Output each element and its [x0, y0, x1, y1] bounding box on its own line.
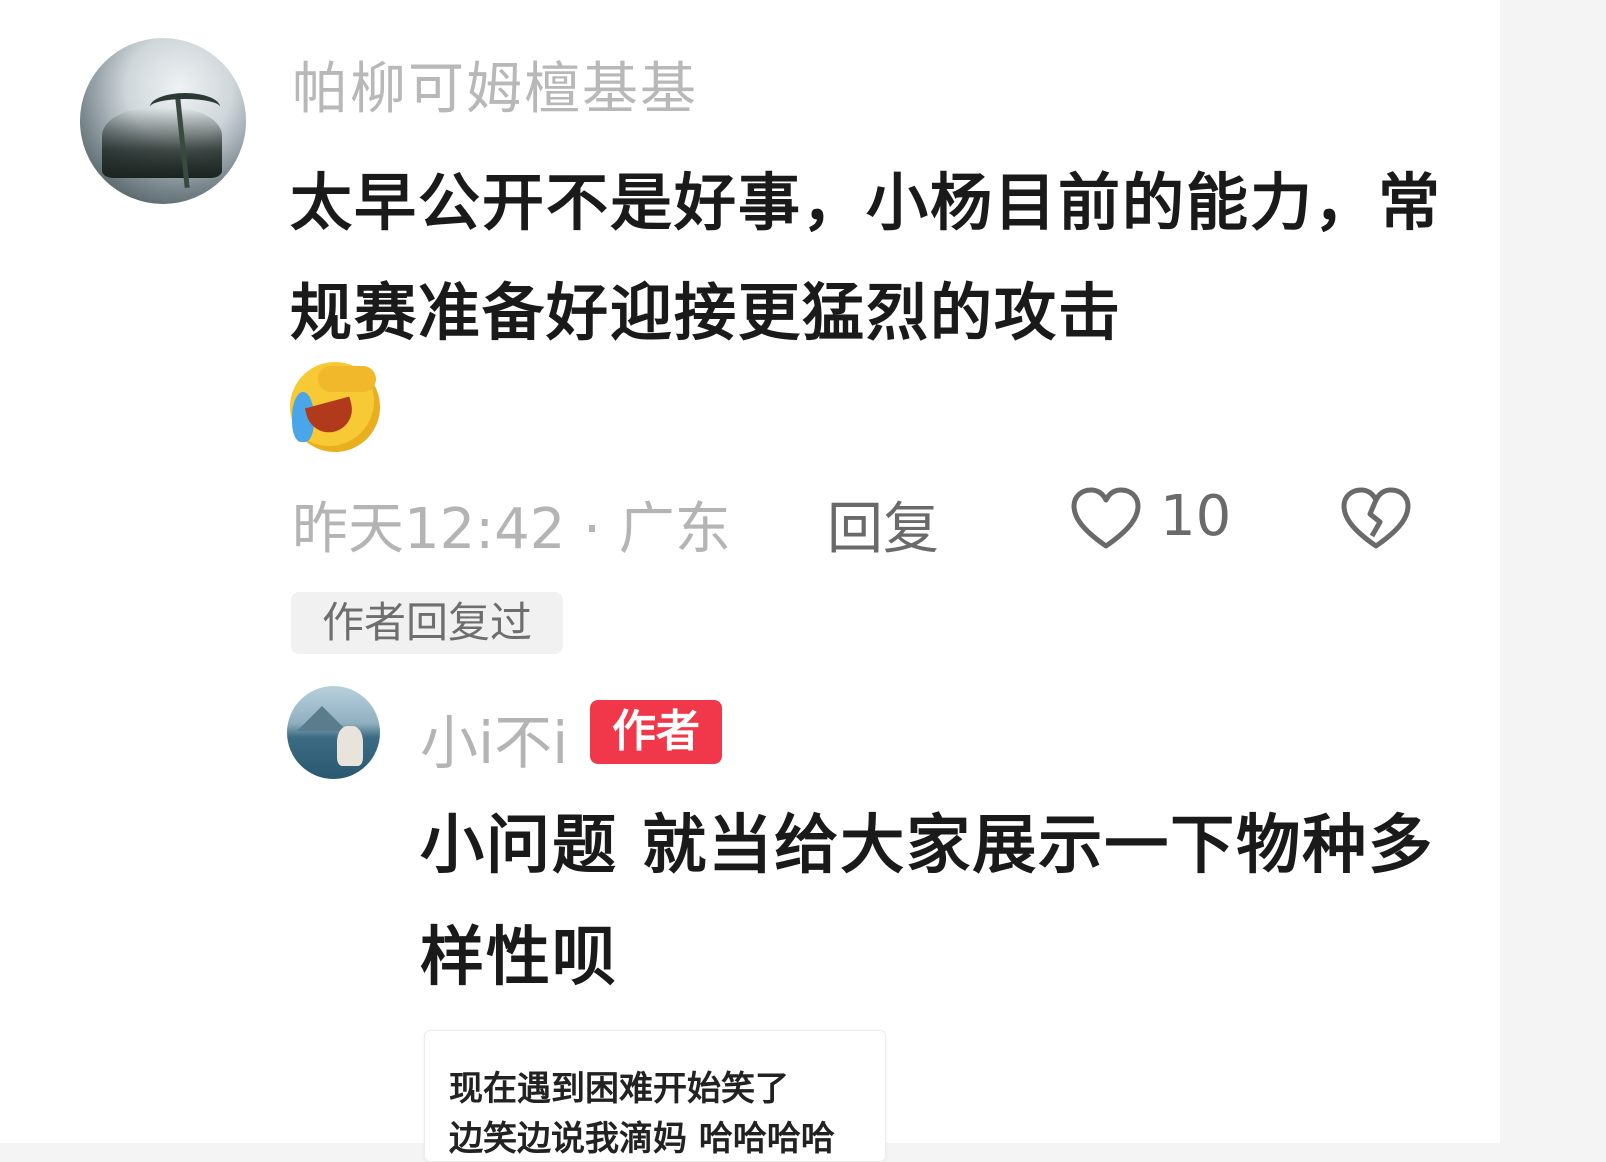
reply-text: 小问题 就当给大家展示一下物种多样性呗: [420, 809, 1435, 995]
like-count: 10: [1160, 484, 1232, 549]
comment-time-location: 昨天12:42 · 广东: [292, 497, 731, 562]
broken-heart-dislike-icon[interactable]: [1340, 486, 1412, 552]
author-username[interactable]: 小i不i: [420, 696, 568, 780]
author-badge: 作者: [590, 700, 722, 764]
commenter-avatar[interactable]: [80, 38, 246, 204]
author-replied-tag[interactable]: 作者回复过: [291, 592, 563, 654]
commenter-username[interactable]: 帕柳可姆檀基基: [292, 44, 698, 125]
avatar-palm-frond: [150, 93, 220, 121]
quote-line-1: 现在遇到困难开始笑了: [449, 1069, 789, 1109]
quote-line-2: 边笑边说我滴妈 哈哈哈哈: [449, 1119, 835, 1159]
heart-like-icon[interactable]: [1070, 486, 1142, 552]
quoted-meme-card[interactable]: 现在遇到困难开始笑了 边笑边说我滴妈 哈哈哈哈: [424, 1030, 886, 1162]
comment-card: 帕柳可姆檀基基 太早公开不是好事，小杨目前的能力，常规赛准备好迎接更猛烈的攻击 …: [0, 0, 1500, 1162]
author-avatar[interactable]: [287, 686, 380, 779]
reply-button[interactable]: 回复: [827, 484, 939, 565]
laughing-crying-emoji-icon: [290, 362, 380, 452]
comment-text: 太早公开不是好事，小杨目前的能力，常规赛准备好迎接更猛烈的攻击: [290, 166, 1443, 349]
